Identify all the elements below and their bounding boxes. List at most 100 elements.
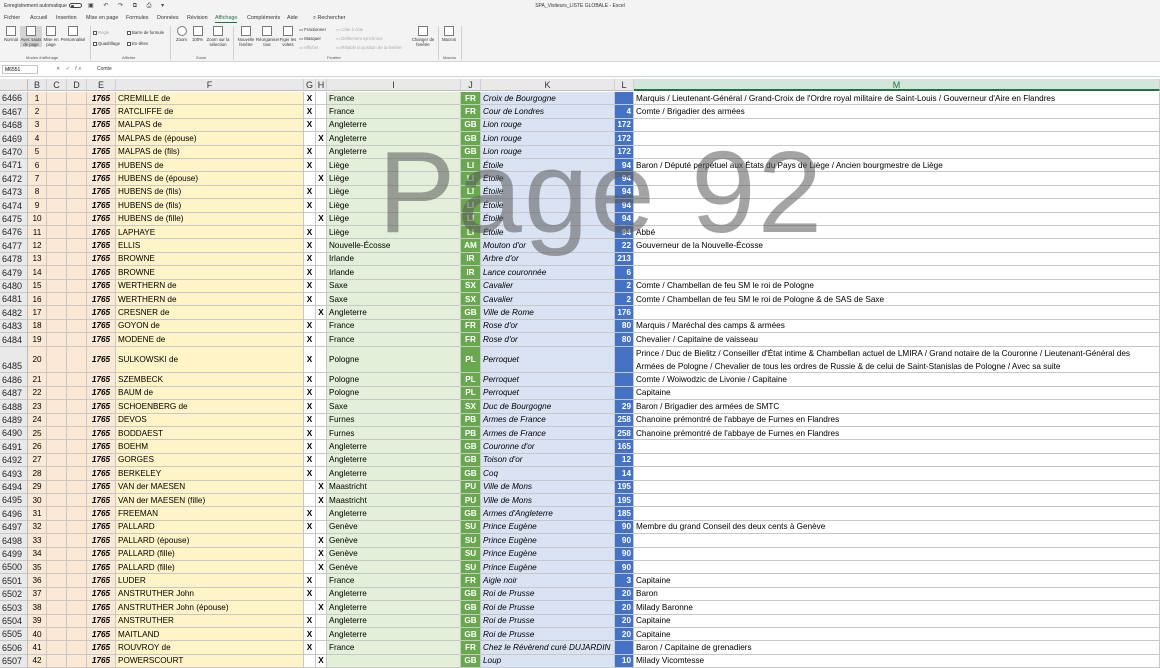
cell-title[interactable] [634, 306, 1160, 320]
cell-title[interactable]: Chevalier / Capitaine de vaisseau [634, 333, 1160, 347]
cell-number[interactable]: 20 [615, 628, 634, 642]
cell-origin[interactable]: Angleterre [327, 118, 461, 133]
column-header-f[interactable]: F [116, 79, 304, 91]
cell-number[interactable]: 90 [615, 561, 634, 575]
cell-title[interactable]: Milady Baronne [634, 601, 1160, 615]
cell-year[interactable]: 1765 [87, 534, 116, 548]
column-header-i[interactable]: I [327, 79, 461, 91]
cell-number[interactable]: 20 [615, 601, 634, 615]
cell-origin[interactable]: Maastricht [327, 494, 461, 508]
cell-country-code[interactable]: GB [461, 654, 481, 668]
cell-country-code[interactable]: PB [461, 427, 481, 441]
cell-title[interactable] [634, 547, 1160, 561]
cell-origin[interactable]: Saxe [327, 279, 461, 293]
cell-d[interactable] [67, 534, 87, 548]
cell-name[interactable]: GOYON de [116, 319, 304, 334]
cell-name[interactable]: BOEHM [116, 440, 304, 454]
cell-index[interactable]: 6 [28, 159, 47, 173]
cell-origin[interactable]: Maastricht [327, 480, 461, 494]
tab-mise-en-page[interactable]: Mise en page [86, 15, 118, 21]
cell-title[interactable] [634, 534, 1160, 548]
column-header-c[interactable]: C [47, 79, 67, 91]
cell-c[interactable] [47, 185, 67, 200]
cell-title[interactable]: Chanoine prémontré de l'abbaye de Furnes… [634, 413, 1160, 427]
hide-button[interactable]: ▭ Masquer [299, 36, 321, 42]
cell-male[interactable]: X [304, 413, 316, 427]
row-number[interactable]: 6507 [0, 654, 28, 668]
cell-female[interactable] [316, 453, 327, 468]
cell-d[interactable] [67, 92, 87, 106]
cell-year[interactable]: 1765 [87, 212, 116, 226]
cell-title[interactable] [634, 252, 1160, 267]
cell-number[interactable]: 3 [615, 574, 634, 588]
cell-number[interactable]: 213 [615, 252, 634, 267]
cell-lodging[interactable]: Perroquet [481, 346, 615, 374]
cell-c[interactable] [47, 614, 67, 628]
cell-index[interactable]: 30 [28, 494, 47, 508]
cell-origin[interactable]: Pologne [327, 386, 461, 401]
cell-d[interactable] [67, 266, 87, 280]
cell-d[interactable] [67, 614, 87, 628]
cell-d[interactable] [67, 199, 87, 213]
cell-index[interactable]: 28 [28, 467, 47, 481]
cell-title[interactable] [634, 118, 1160, 133]
cell-c[interactable] [47, 440, 67, 454]
cell-number[interactable]: 14 [615, 467, 634, 481]
cell-index[interactable]: 11 [28, 226, 47, 240]
cell-origin[interactable]: Genève [327, 534, 461, 548]
cell-d[interactable] [67, 118, 87, 133]
cell-c[interactable] [47, 561, 67, 575]
cell-lodging[interactable]: Lion rouge [481, 118, 615, 133]
cell-origin[interactable]: Angleterre [327, 507, 461, 521]
cell-year[interactable]: 1765 [87, 373, 116, 387]
cell-index[interactable]: 10 [28, 212, 47, 226]
cell-female[interactable] [316, 239, 327, 253]
row-number[interactable]: 6498 [0, 534, 28, 548]
cell-female[interactable]: X [316, 561, 327, 575]
cell-country-code[interactable]: PU [461, 480, 481, 494]
cell-title[interactable]: Comte / Woiwodzic de Livonie / Capitaine [634, 373, 1160, 387]
cell-year[interactable]: 1765 [87, 172, 116, 186]
cell-country-code[interactable]: GB [461, 628, 481, 642]
cell-male[interactable]: X [304, 252, 316, 267]
cell-country-code[interactable]: FR [461, 105, 481, 119]
cell-c[interactable] [47, 105, 67, 119]
cell-year[interactable]: 1765 [87, 574, 116, 588]
cell-male[interactable]: X [304, 453, 316, 468]
cell-lodging[interactable]: Cavalier [481, 293, 615, 307]
cell-name[interactable]: HUBENS de (fils) [116, 199, 304, 213]
cell-c[interactable] [47, 400, 67, 414]
cell-male[interactable] [304, 547, 316, 561]
cell-c[interactable] [47, 266, 67, 280]
cell-origin[interactable]: Liège [327, 159, 461, 173]
cell-name[interactable]: GORGES [116, 453, 304, 468]
cell-male[interactable] [304, 212, 316, 226]
cell-name[interactable]: SCHOENBERG de [116, 400, 304, 414]
cell-country-code[interactable]: GB [461, 587, 481, 602]
cell-d[interactable] [67, 628, 87, 642]
cell-name[interactable]: FREEMAN [116, 507, 304, 521]
cell-number[interactable] [615, 641, 634, 655]
cell-index[interactable]: 25 [28, 427, 47, 441]
row-number[interactable]: 6506 [0, 641, 28, 655]
column-header-d[interactable]: D [67, 79, 87, 91]
cell-number[interactable]: 258 [615, 413, 634, 427]
cell-male[interactable]: X [304, 266, 316, 280]
cell-title[interactable] [634, 494, 1160, 508]
row-number[interactable]: 6493 [0, 467, 28, 481]
cell-male[interactable]: X [304, 440, 316, 454]
cell-name[interactable]: ANSTRUTHER John (épouse) [116, 601, 304, 615]
row-number[interactable]: 6478 [0, 252, 28, 267]
select-all-corner[interactable] [0, 79, 28, 91]
cell-country-code[interactable]: LI [461, 226, 481, 240]
cell-year[interactable]: 1765 [87, 601, 116, 615]
cell-name[interactable]: LAPHAYE [116, 226, 304, 240]
cell-c[interactable] [47, 453, 67, 468]
cell-country-code[interactable]: LI [461, 159, 481, 173]
cell-male[interactable] [304, 654, 316, 668]
cell-country-code[interactable]: SX [461, 400, 481, 414]
freeze-panes-button[interactable]: Figer les volets [279, 26, 297, 47]
cell-origin[interactable]: France [327, 319, 461, 334]
cell-d[interactable] [67, 132, 87, 146]
cell-country-code[interactable]: SU [461, 547, 481, 561]
